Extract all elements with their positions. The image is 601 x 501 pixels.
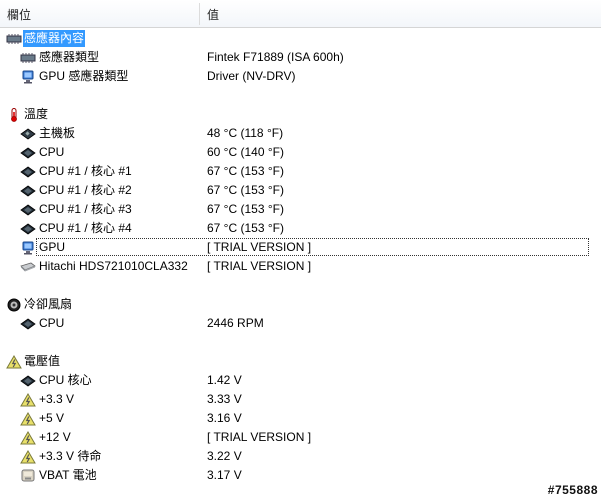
cpu-chip-icon [20,318,36,330]
sensor-value: 3.16 V [207,411,242,425]
sensor-value: Driver (NV-DRV) [207,69,296,83]
sensor-name: 感應器類型 [39,50,100,64]
hard-drive-icon [20,262,36,272]
sensor-name: CPU #1 / 核心 #2 [39,183,132,197]
sensor-row[interactable]: CPU 2446 RPM [0,314,601,333]
group-header[interactable]: 感應器內容 [0,29,601,48]
sensor-row[interactable]: CPU #1 / 核心 #3 67 °C (153 °F) [0,200,601,219]
sensor-value: [ TRIAL VERSION ] [207,259,312,273]
sensor-row[interactable]: +3.3 V 3.33 V [0,390,601,409]
voltage-warning-icon [20,393,36,407]
voltage-warning-icon [20,412,36,426]
sensor-name: CPU 核心 [39,373,92,387]
sensor-row[interactable]: CPU #1 / 核心 #1 67 °C (153 °F) [0,162,601,181]
voltage-warning-icon [20,431,36,445]
sensor-value: 3.17 V [207,468,242,482]
sensor-value: 67 °C (153 °F) [207,221,284,235]
group-header[interactable]: 溫度 [0,105,601,124]
sensor-value: 3.33 V [207,392,242,406]
battery-icon [21,469,35,482]
group-title: 電壓值 [24,354,61,368]
sensor-row[interactable]: Hitachi HDS721010CLA332 [ TRIAL VERSION ] [0,257,601,276]
sensor-value: [ TRIAL VERSION ] [207,430,312,444]
focus-rectangle [36,238,589,256]
list-header: 欄位 值 [0,0,601,28]
cpu-chip-icon [20,204,36,216]
sensor-name: +3.3 V [39,392,75,406]
group-title: 溫度 [24,107,49,121]
sensor-row[interactable]: 主機板 48 °C (118 °F) [0,124,601,143]
sensor-chip-icon [6,34,22,44]
sensor-value: 1.42 V [207,373,242,387]
sensor-row[interactable]: CPU 核心 1.42 V [0,371,601,390]
fan-icon [7,298,21,312]
sensor-row[interactable]: +3.3 V 待命 3.22 V [0,447,601,466]
sensor-name: CPU [39,316,65,330]
sensor-row[interactable]: CPU 60 °C (140 °F) [0,143,601,162]
group-header[interactable]: 電壓值 [0,352,601,371]
watermark-text: #755888 [547,483,598,497]
sensor-name: 主機板 [39,126,76,140]
sensor-name: CPU #1 / 核心 #1 [39,164,132,178]
group-title: 冷卻風扇 [24,297,73,311]
sensor-value: 67 °C (153 °F) [207,202,284,216]
group-header[interactable]: 冷卻風扇 [0,295,601,314]
sensor-name: +5 V [39,411,65,425]
motherboard-icon [20,128,36,140]
cpu-chip-icon [20,375,36,387]
sensor-name: +3.3 V 待命 [39,449,102,463]
column-header-value[interactable]: 值 [207,0,219,27]
sensor-row[interactable]: GPU [ TRIAL VERSION ] [0,238,601,257]
group-title: 感應器內容 [24,31,85,45]
monitor-icon [22,241,34,255]
sensor-value: [ TRIAL VERSION ] [207,240,312,254]
sensor-value: 67 °C (153 °F) [207,164,284,178]
sensor-value: 2446 RPM [207,316,264,330]
sensor-value: Fintek F71889 (ISA 600h) [207,50,344,64]
voltage-warning-icon [20,450,36,464]
sensor-row[interactable]: +5 V 3.16 V [0,409,601,428]
sensor-row[interactable]: CPU #1 / 核心 #4 67 °C (153 °F) [0,219,601,238]
thermometer-icon [11,108,17,122]
sensor-row[interactable]: 感應器類型 Fintek F71889 (ISA 600h) [0,48,601,67]
sensor-name: GPU 感應器類型 [39,69,129,83]
sensor-row[interactable]: +12 V [ TRIAL VERSION ] [0,428,601,447]
sensor-row[interactable]: GPU 感應器類型 Driver (NV-DRV) [0,67,601,86]
sensor-chip-icon [20,53,36,63]
cpu-chip-icon [20,147,36,159]
monitor-icon [22,70,34,84]
cpu-chip-icon [20,223,36,235]
sensor-name: CPU #1 / 核心 #3 [39,202,132,216]
sensor-row[interactable]: CPU #1 / 核心 #2 67 °C (153 °F) [0,181,601,200]
cpu-chip-icon [20,185,36,197]
sensor-value: 3.22 V [207,449,242,463]
column-header-field[interactable]: 欄位 [7,0,31,27]
sensor-value: 48 °C (118 °F) [207,126,284,140]
voltage-warning-icon [6,355,22,369]
sensor-name: +12 V [39,430,71,444]
sensor-name: CPU #1 / 核心 #4 [39,221,132,235]
sensor-name: Hitachi HDS721010CLA332 [39,259,188,273]
column-divider[interactable] [199,3,200,25]
sensor-value: 67 °C (153 °F) [207,183,284,197]
sensor-row[interactable]: VBAT 電池 3.17 V [0,466,601,485]
cpu-chip-icon [20,166,36,178]
sensor-name: VBAT 電池 [39,468,97,482]
sensor-name: CPU [39,145,65,159]
sensor-name: GPU [39,240,66,254]
sensor-value: 60 °C (140 °F) [207,145,284,159]
